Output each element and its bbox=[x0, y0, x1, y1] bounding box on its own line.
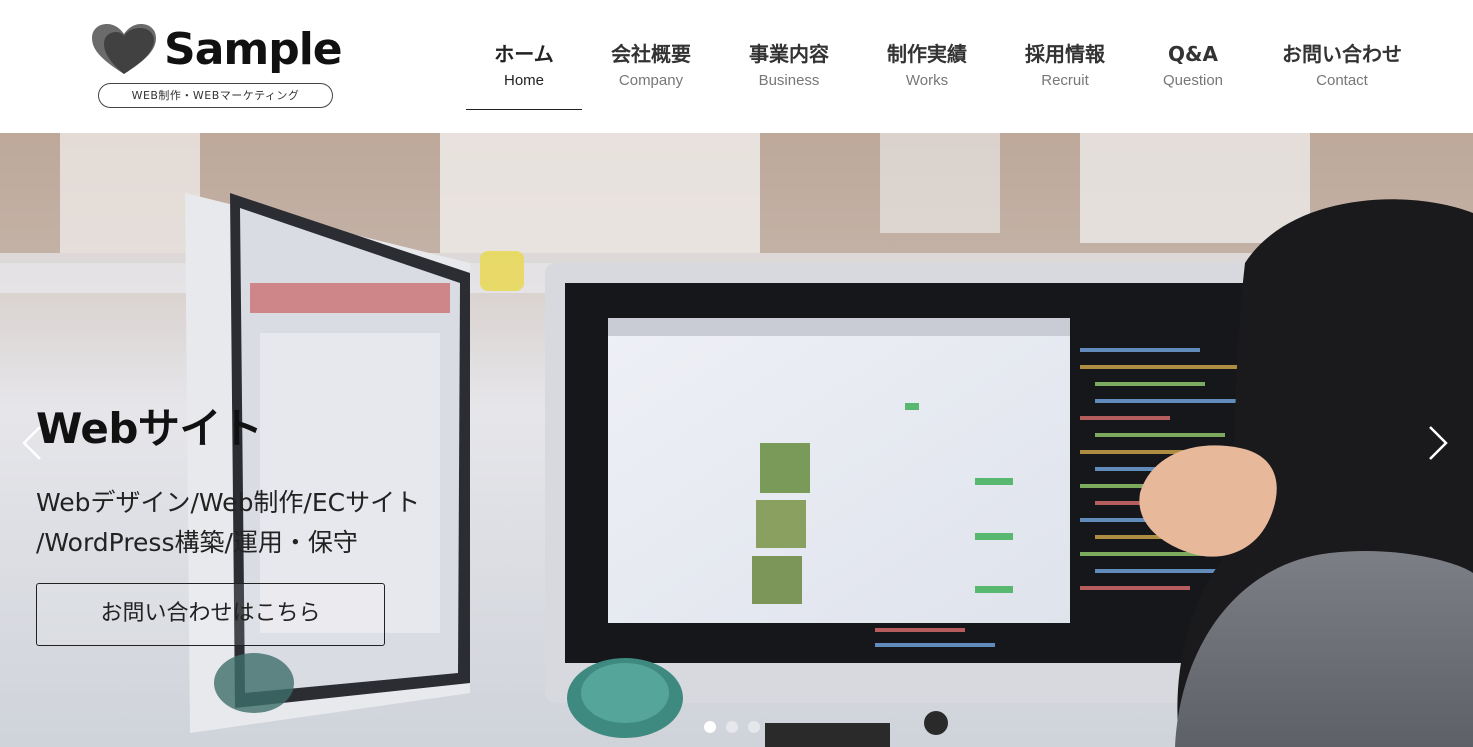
hero-title: Webサイト bbox=[36, 404, 263, 453]
hero-slider: Webサイト Webデザイン/Web制作/ECサイト /WordPress構築/… bbox=[0, 133, 1473, 747]
slide-dot[interactable] bbox=[748, 721, 760, 733]
contact-cta-button[interactable]: お問い合わせはこちら bbox=[36, 583, 385, 646]
hero-subtitle: Webデザイン/Web制作/ECサイト /WordPress構築/運用・保守 bbox=[36, 483, 476, 563]
nav-label-jp: Q&A bbox=[1168, 42, 1218, 66]
nav-label-en: Recruit bbox=[1041, 72, 1089, 89]
nav-label-jp: 会社概要 bbox=[611, 42, 691, 66]
nav-item-home[interactable]: ホーム Home bbox=[466, 38, 582, 110]
chevron-right-icon[interactable] bbox=[1422, 423, 1452, 463]
main-nav: ホーム Home 会社概要 Company 事業内容 Business 制作実績… bbox=[466, 38, 1432, 112]
nav-item-company[interactable]: 会社概要 Company bbox=[582, 38, 720, 110]
nav-label-jp: 採用情報 bbox=[1025, 42, 1105, 66]
nav-label-jp: 制作実績 bbox=[887, 42, 967, 66]
logo-tagline: WEB制作・WEBマーケティング bbox=[98, 83, 333, 108]
slider-pagination bbox=[704, 721, 760, 733]
nav-label-jp: 事業内容 bbox=[749, 42, 829, 66]
slide-dot[interactable] bbox=[704, 721, 716, 733]
nav-label-en: Works bbox=[905, 72, 949, 89]
nav-label-jp: お問い合わせ bbox=[1282, 42, 1402, 66]
hero-subtitle-line: Webデザイン/Web制作/ECサイト bbox=[36, 488, 421, 517]
nav-label-en: Contact bbox=[1316, 72, 1368, 89]
hero-subtitle-line: /WordPress構築/運用・保守 bbox=[36, 528, 358, 557]
nav-label-en: Home bbox=[503, 72, 544, 89]
logo-text: Sample bbox=[164, 24, 343, 75]
nav-item-business[interactable]: 事業内容 Business bbox=[720, 38, 858, 110]
nav-label-jp: ホーム bbox=[494, 42, 554, 66]
nav-item-qa[interactable]: Q&A Question bbox=[1134, 38, 1252, 110]
nav-label-en: Company bbox=[618, 72, 684, 89]
nav-label-en: Question bbox=[1162, 72, 1224, 89]
heart-logo-icon bbox=[92, 24, 156, 74]
nav-item-contact[interactable]: お問い合わせ Contact bbox=[1252, 38, 1432, 110]
slide-dot[interactable] bbox=[726, 721, 738, 733]
nav-item-works[interactable]: 制作実績 Works bbox=[858, 38, 996, 110]
site-logo[interactable]: Sample WEB制作・WEBマーケティング bbox=[92, 22, 343, 112]
chevron-left-icon[interactable] bbox=[18, 423, 48, 463]
nav-item-recruit[interactable]: 採用情報 Recruit bbox=[996, 38, 1134, 110]
nav-label-en: Business bbox=[758, 72, 820, 89]
site-header: Sample WEB制作・WEBマーケティング ホーム Home 会社概要 Co… bbox=[0, 0, 1473, 133]
